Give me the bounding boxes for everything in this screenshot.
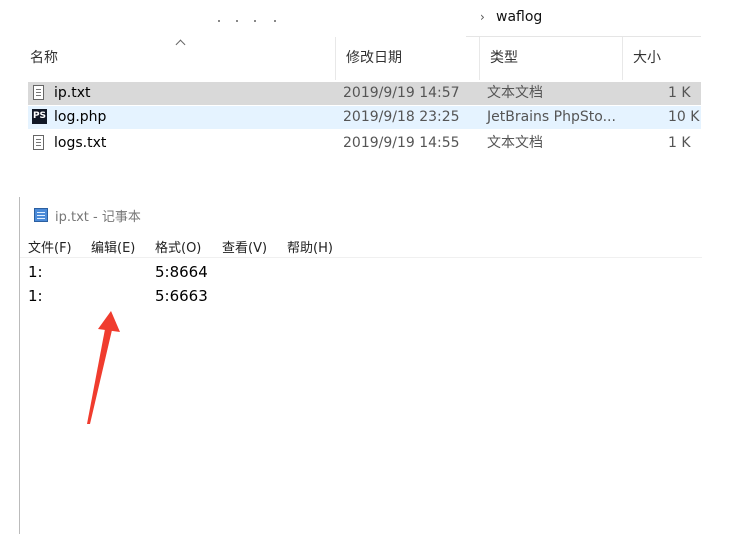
red-arrow-annotation (87, 311, 120, 424)
arrow-head (98, 311, 120, 332)
arrow-shaft (87, 329, 112, 424)
